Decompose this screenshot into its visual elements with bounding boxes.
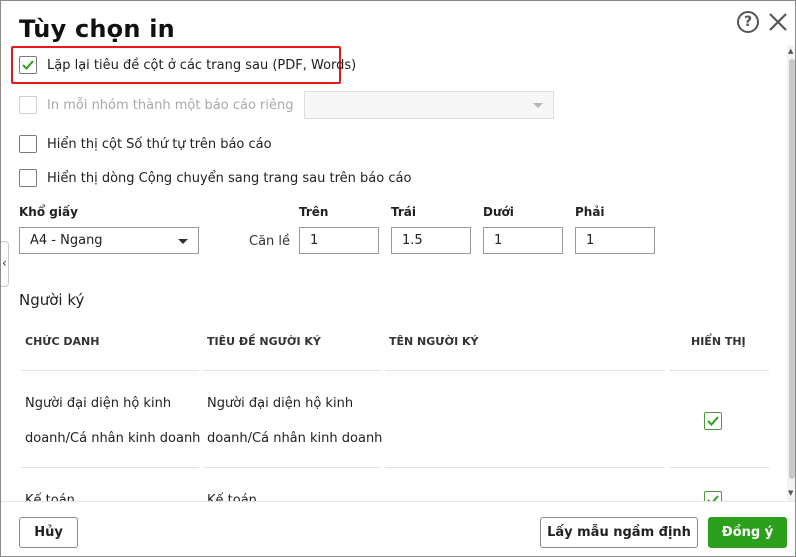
row-divider <box>21 467 199 468</box>
scroll-down-icon[interactable]: ▼ <box>788 489 793 497</box>
scrollbar-thumb[interactable] <box>789 59 795 479</box>
show-index-checkbox[interactable] <box>19 135 37 153</box>
show-index-label: Hiển thị cột Số thứ tự trên báo cáo <box>47 136 272 152</box>
row-position-line1: Kế toán <box>25 493 75 501</box>
show-carry-label: Hiển thị dòng Cộng chuyển sang trang sau… <box>47 170 412 186</box>
column-header-signer-title: TIÊU ĐỀ NGƯỜI KÝ <box>207 335 321 348</box>
repeat-header-label: Lặp lại tiêu đề cột ở các trang sau (PDF… <box>47 57 357 73</box>
row-divider <box>669 370 769 371</box>
help-icon[interactable]: ? <box>737 11 759 33</box>
margin-top-label: Trên <box>299 205 329 219</box>
row-divider <box>21 370 199 371</box>
scroll-up-icon[interactable]: ▲ <box>788 47 793 55</box>
cancel-button[interactable]: Hủy <box>19 517 78 548</box>
row-divider <box>385 370 665 371</box>
margin-left-label: Trái <box>391 205 416 219</box>
show-carry-option[interactable]: Hiển thị dòng Cộng chuyển sang trang sau… <box>19 169 411 187</box>
repeat-header-checkbox[interactable] <box>19 56 37 74</box>
show-index-option[interactable]: Hiển thị cột Số thứ tự trên báo cáo <box>19 135 272 153</box>
row-position-line1: Người đại diện hộ kinh <box>25 396 172 411</box>
group-select <box>304 91 554 119</box>
paper-size-select[interactable]: A4 - Ngang <box>19 227 199 254</box>
row-show-checkbox[interactable] <box>704 412 722 430</box>
print-group-checkbox <box>19 96 37 114</box>
row-position-line2: doanh/Cá nhân kinh doanh <box>25 431 201 446</box>
row-divider <box>669 467 769 468</box>
paper-size-value: A4 - Ngang <box>30 233 103 248</box>
chevron-down-icon <box>178 239 188 244</box>
row-divider <box>385 467 665 468</box>
margin-bottom-label: Dưới <box>483 205 514 219</box>
show-carry-checkbox[interactable] <box>19 169 37 187</box>
print-options-dialog: Tùy chọn in ? ‹ Lặp lại tiêu đề cột ở cá… <box>0 0 796 557</box>
print-group-label: In mỗi nhóm thành một báo cáo riêng <box>47 97 294 113</box>
check-icon <box>707 416 719 426</box>
chevron-down-icon <box>533 103 543 108</box>
column-header-show: HIỂN THỊ <box>691 335 746 348</box>
column-header-signer-name: TÊN NGƯỜI KÝ <box>389 335 479 348</box>
row-title-line1[interactable]: Kế toán <box>207 483 257 501</box>
dialog-footer: Hủy Lấy mẫu ngầm định Đồng ý <box>1 501 795 556</box>
margin-label: Căn lề <box>249 234 291 249</box>
margin-top-input[interactable] <box>299 227 379 254</box>
row-divider <box>203 467 381 468</box>
ok-button[interactable]: Đồng ý <box>708 517 787 548</box>
check-icon <box>707 495 719 501</box>
margin-left-input[interactable] <box>391 227 471 254</box>
row-divider <box>203 370 381 371</box>
close-icon[interactable] <box>767 11 789 33</box>
row-show-checkbox[interactable] <box>704 491 722 501</box>
repeat-header-option[interactable]: Lặp lại tiêu đề cột ở các trang sau (PDF… <box>19 56 356 74</box>
options-scroll-area[interactable]: Lặp lại tiêu đề cột ở các trang sau (PDF… <box>1 45 787 501</box>
row-title-line2[interactable]: doanh/Cá nhân kinh doanh <box>207 421 382 456</box>
paper-size-label: Khổ giấy <box>19 205 78 219</box>
vertical-scrollbar[interactable] <box>787 45 795 501</box>
margin-right-input[interactable] <box>575 227 655 254</box>
row-title-line1[interactable]: Người đại diện hộ kinh <box>207 386 353 421</box>
check-icon <box>22 60 34 70</box>
column-header-position: CHỨC DANH <box>25 335 100 348</box>
dialog-title: Tùy chọn in <box>19 15 175 43</box>
margin-right-label: Phải <box>575 205 605 219</box>
margin-bottom-input[interactable] <box>483 227 563 254</box>
signers-section-title: Người ký <box>19 291 85 309</box>
default-template-button[interactable]: Lấy mẫu ngầm định <box>540 517 698 548</box>
print-group-option: In mỗi nhóm thành một báo cáo riêng <box>19 96 294 114</box>
